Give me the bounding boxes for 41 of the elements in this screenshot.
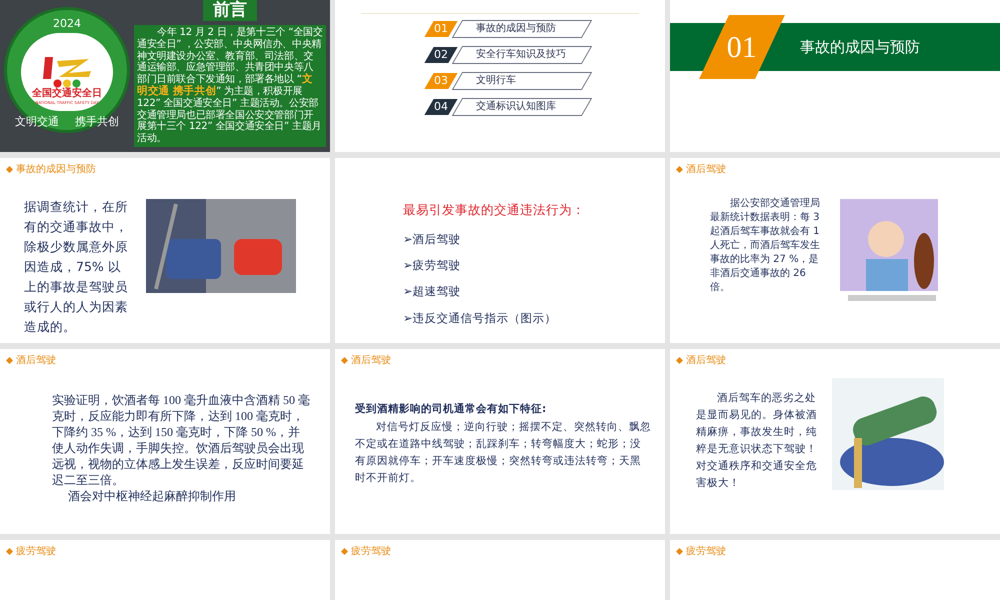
- section-number-badge: 01: [424, 21, 458, 37]
- slide-tag: 疲劳驾驶: [16, 544, 56, 559]
- section-number-badge: 03: [424, 73, 458, 89]
- logo-year: 2024: [53, 16, 81, 32]
- body-paragraph: 酒会对中枢神经起麻醉抑制作用: [67, 488, 237, 504]
- intro-paragraph: 今年 12 月 2 日，是第十三个 “全国交通安全日” ，公安部、中央网信办、中央精神文明建设办公室、教育部、司法部、交通运输部、应急管理部、共青团中央等八部门日前联合下发通知，部署各地以 “文明交通 携手共创” 为主题，积极开展 122” 全国交通安全日” 主题活动。公安部交通管理局也已部署全国公安交管部门开展第十三个 122” 全国交通安全日” 主题月活动。: [134, 25, 326, 147]
- section-number-badge: 04: [424, 99, 458, 115]
- diamond-icon: [6, 166, 13, 173]
- slide-heading: 受到酒精影响的司机通常会有如下特征:: [355, 402, 548, 417]
- slide-tag: 疲劳驾驶: [351, 544, 391, 559]
- slide-tag: 酒后驾驶: [351, 353, 391, 368]
- body-paragraph: 对信号灯反应慢；逆向行驶；摇摆不定、突然转向、飘忽不定或在道路中线驾驶；乱踩刹车；转弯幅度大；蛇形；没有原因就停车；开车速度极慢；突然转弯或违法转弯；天黑时不开前灯。: [355, 420, 651, 486]
- traffic-light-icon: [53, 78, 81, 88]
- diamond-icon: [341, 548, 348, 555]
- bullet-item: ➢酒后驾驶: [403, 230, 462, 248]
- slide-tag: 事故的成因与预防: [16, 162, 96, 177]
- bullet-item: ➢疲劳驾驶: [403, 257, 462, 274]
- section-number-badge: 01: [699, 15, 785, 79]
- body-paragraph: 酒后驾车的恶劣之处是显而易见的。身体被酒精麻痹，事故发生时，纯粹是无意识状态下驾驶！对交通秩序和交通安全危害极大！: [696, 391, 818, 491]
- slide-title: 前言: [203, 0, 257, 21]
- diamond-icon: [676, 357, 683, 364]
- diamond-icon: [676, 166, 683, 173]
- diamond-icon: [341, 357, 348, 364]
- body-paragraph: 实验证明，饮酒者每 100 毫升血液中含酒精 50 毫克时，反应能力即有所下降，达到 100 毫克时，下降约 35 %，达到 150 毫克时，下降 50 %，并使人动作失调，手脚失控。饮酒后驾驶员会出现远视，视物的立体感上发生误差，反应时间要延迟二至三倍。: [52, 392, 310, 488]
- body-paragraph: 据公安部交通管理局最新统计数据表明：每 3 起酒后驾车事故就会有 1 人死亡，而酒后驾车发生事故的比率为 27 %，是非酒后交通事故的 26 倍。: [710, 197, 820, 295]
- section-number-badge: 02: [424, 47, 458, 63]
- logo-name: 全国交通安全日: [32, 88, 102, 100]
- bullet-item: ➢违反交通信号指示（图示）: [403, 310, 558, 326]
- diamond-icon: [676, 548, 683, 555]
- diamond-icon: [6, 357, 13, 364]
- bullet-item: ➢超速驾驶: [403, 283, 462, 300]
- slide-tag: 酒后驾驶: [16, 353, 56, 368]
- slide-tag: 酒后驾驶: [686, 353, 726, 368]
- logo-slogan: 文明交通: [15, 114, 59, 130]
- slide-tag: 疲劳驾驶: [686, 544, 726, 559]
- slide-heading: 最易引发事故的交通违法行为：: [403, 201, 586, 219]
- diamond-icon: [6, 548, 13, 555]
- logo-slogan: 携手共创: [75, 114, 119, 130]
- slide-tag: 酒后驾驶: [686, 162, 726, 177]
- section-title: 事故的成因与预防: [800, 36, 920, 58]
- body-paragraph: 据调查统计，在所有的交通事故中，除极少数属意外原因造成，75% 以上的事故是驾驶员或行人的人为因素造成的。: [24, 198, 129, 336]
